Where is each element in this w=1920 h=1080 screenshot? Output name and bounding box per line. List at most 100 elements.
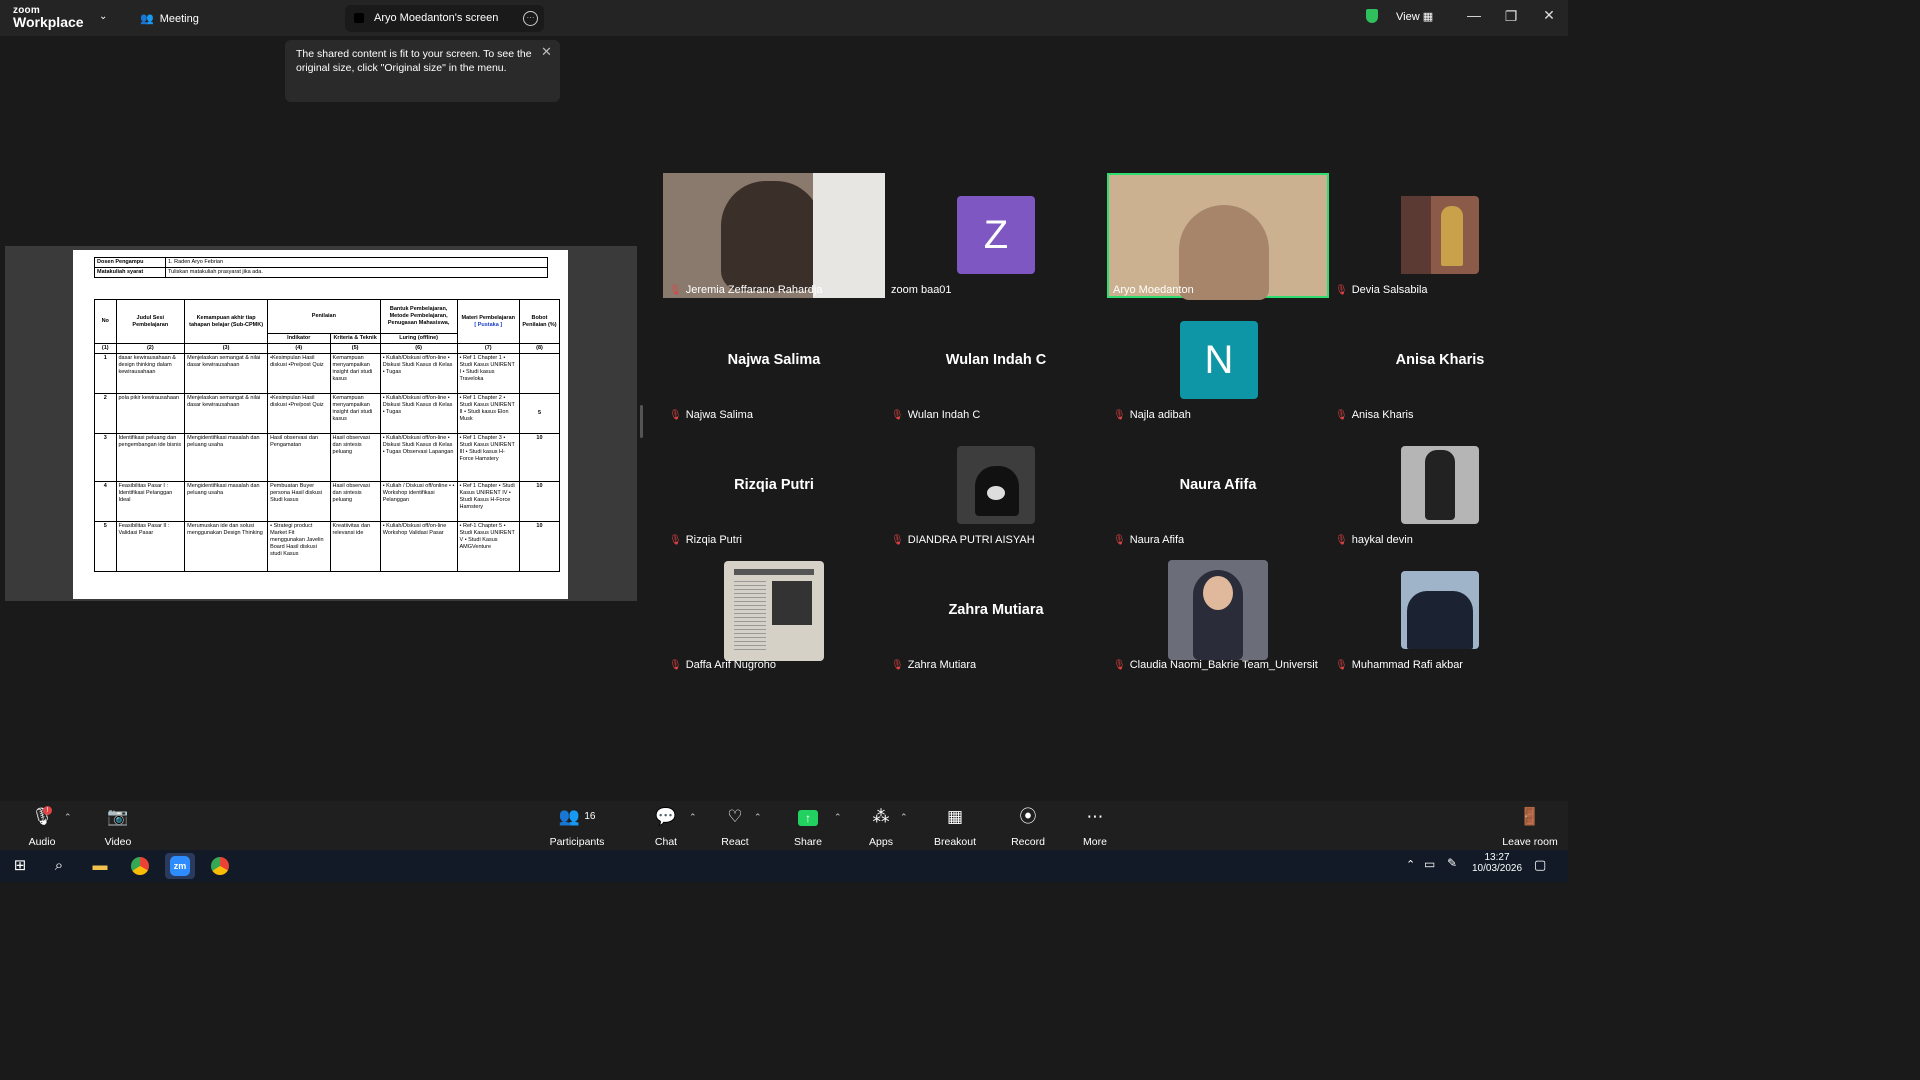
chevron-up-icon[interactable]: ⌃ (1406, 858, 1415, 871)
col-header: Bantuk Pembelajaran, Metode Pembelajaran… (379, 299, 458, 334)
meeting-menu[interactable]: 👥 Meeting (140, 12, 199, 25)
participant-name: Devia Salsabila (1351, 284, 1428, 296)
pen-icon[interactable]: ✎ (1447, 856, 1457, 870)
restore-button[interactable]: ❐ (1501, 8, 1521, 25)
chrome-icon[interactable] (125, 853, 155, 879)
participant-tile[interactable]: Najwa Salima 🎙 Najwa Salima (663, 298, 885, 423)
participant-name: Daffa Arif Nugroho (685, 659, 776, 671)
participant-tile[interactable]: Wulan Indah C 🎙 Wulan Indah C (885, 298, 1107, 423)
muted-mic-icon: 🎙 (1113, 660, 1126, 671)
fit-screen-tooltip: The shared content is fit to your screen… (285, 40, 560, 102)
share-button[interactable]: ↑ Share (793, 806, 823, 848)
participant-display-name: Zahra Mutiara (948, 602, 1044, 618)
participant-tile[interactable]: 🎙 Muhammad Rafi akbar (1329, 548, 1551, 673)
screen-thumbnail-icon (354, 13, 364, 23)
participant-tile[interactable]: 🎙 DIANDRA PUTRI AISYAH (885, 423, 1107, 548)
leave-room-button[interactable]: 🚪 Leave room (1500, 806, 1560, 848)
muted-mic-icon: 🎙 (669, 535, 682, 546)
shared-screen-tab[interactable]: Aryo Moedanton's screen ··· (345, 5, 544, 32)
search-icon[interactable]: ⌕ (44, 853, 74, 879)
muted-mic-icon: 🎙 (891, 660, 904, 671)
profile-photo (1401, 196, 1479, 274)
audio-button[interactable]: 🎙! Audio (27, 806, 57, 848)
notifications-icon[interactable]: ▢ (1534, 857, 1546, 873)
doc-header-value: Tuliskan matakuliah prasyarat jika ada. (165, 267, 548, 278)
chrome-profile-icon[interactable] (205, 853, 235, 879)
rps-table: No Judul Sesi Pembelajaran Kemampuan akh… (94, 299, 561, 572)
participant-tile[interactable]: N 🎙 Najla adibah (1107, 298, 1329, 423)
network-icon[interactable]: ▭ (1424, 857, 1435, 871)
participant-display-name: Rizqia Putri (734, 477, 814, 493)
participant-display-name: Wulan Indah C (945, 352, 1047, 368)
participant-tile[interactable]: 🎙 Devia Salsabila (1329, 173, 1551, 298)
chat-label: Chat (654, 836, 678, 848)
chat-options-caret[interactable]: ⌃ (689, 812, 697, 823)
video-feed (1107, 173, 1329, 300)
background-wall (813, 173, 885, 298)
apps-icon: ⁂ (872, 807, 890, 826)
participant-tile[interactable]: 🎙 Daffa Arif Nugroho (663, 548, 885, 673)
record-button[interactable]: ⦿ Record (1011, 806, 1045, 848)
participant-tile[interactable]: Naura Afifa 🎙 Naura Afifa (1107, 423, 1329, 548)
cell-judul: dasar kewirausahaan & design thinking da… (115, 353, 186, 394)
col-header: Judul Sesi Pembelajaran (115, 299, 186, 344)
cell-no: 1 (94, 353, 117, 394)
react-button[interactable]: ♡ React (720, 806, 750, 848)
participant-tile[interactable]: 🎙 haykal devin (1329, 423, 1551, 548)
chat-button[interactable]: 💬 Chat (652, 806, 680, 848)
audio-options-caret[interactable]: ⌃ (64, 812, 72, 823)
muted-mic-icon: 🎙 (1335, 285, 1348, 296)
share-label: Share (793, 836, 823, 848)
chevron-down-icon[interactable]: ⌄ (99, 11, 107, 22)
zoom-app-icon[interactable]: zm (165, 853, 195, 879)
muted-mic-icon: 🎙 (1335, 535, 1348, 546)
file-explorer-icon[interactable]: ▬ (85, 853, 115, 879)
participant-name: Muhammad Rafi akbar (1351, 659, 1463, 671)
col-header: Kemampuan akhir tiap tahapan belajar (Su… (184, 299, 269, 344)
clock[interactable]: 13:27 10/03/2026 (1472, 852, 1522, 874)
participant-tile[interactable]: Z zoom baa01 (885, 173, 1107, 298)
cell-luring: • Kuliah/Diskusi off/on-line • Diskusi S… (379, 393, 458, 434)
close-icon[interactable]: ✕ (541, 44, 552, 60)
shared-screen-label: Aryo Moedanton's screen (374, 12, 499, 24)
heart-icon: ♡ (727, 807, 743, 826)
video-button[interactable]: 📷 Video (103, 806, 133, 848)
apps-options-caret[interactable]: ⌃ (900, 812, 908, 823)
minimize-button[interactable]: — (1464, 7, 1484, 23)
cell-kriteria: Kemampuan menyampaikan insight dari stud… (329, 393, 381, 434)
participant-tile[interactable]: Zahra Mutiara 🎙 Zahra Mutiara (885, 548, 1107, 673)
cell-no: 3 (94, 433, 117, 482)
profile-photo (1168, 560, 1268, 660)
react-options-caret[interactable]: ⌃ (754, 812, 762, 823)
windows-start-icon[interactable]: ⊞ (5, 853, 35, 879)
participant-display-name: Naura Afifa (1179, 477, 1257, 493)
participant-tile-active-speaker[interactable]: Aryo Moedanton (1107, 173, 1329, 300)
participant-name: Anisa Kharis (1351, 409, 1414, 421)
participants-button[interactable]: 👥 16 Participants (549, 806, 605, 848)
panel-resize-handle[interactable] (640, 405, 643, 438)
person-silhouette (721, 181, 821, 291)
cell-bobot: 10 (518, 521, 561, 572)
cell-materi: • Ref-1 Chapter 5 • Studi Kasus UNIRENT … (456, 521, 520, 572)
shield-check-icon[interactable] (1366, 9, 1378, 23)
participant-tile[interactable]: Anisa Kharis 🎙 Anisa Kharis (1329, 298, 1551, 423)
cell-luring: • Kuliah/Diskusi off/on-line Workshop Va… (379, 521, 458, 572)
participant-tile[interactable]: 🎙Claudia Naomi_Bakrie Team_Universitas .… (1107, 548, 1329, 673)
participant-tile[interactable]: Rizqia Putri 🎙 Rizqia Putri (663, 423, 885, 548)
close-button[interactable]: ✕ (1539, 7, 1559, 24)
table-row: 5 Feasibilitas Pasar II : Validasi Pasar… (94, 521, 561, 572)
apps-button[interactable]: ⁂ Apps (866, 806, 896, 848)
record-icon: ⦿ (1019, 807, 1037, 826)
col-header: Materi Pembelajaran[ Pustaka ] (456, 299, 520, 344)
participant-name: Wulan Indah C (907, 409, 981, 421)
share-options-caret[interactable]: ⌃ (834, 812, 842, 823)
cell-kemampuan: Mengidentifikasi masalah dan peluang usa… (184, 433, 269, 482)
participant-tile[interactable]: 🎙 Jeremia Zeffarano Rahardja (663, 173, 885, 298)
more-button[interactable]: ⋯ More (1080, 806, 1110, 848)
avatar: N (1180, 321, 1258, 399)
table-row: 1 dasar kewirausahaan & design thinking … (94, 353, 561, 394)
more-options-icon[interactable]: ··· (523, 11, 538, 26)
view-button[interactable]: View ▦ (1396, 10, 1433, 23)
profile-photo (1401, 571, 1479, 649)
cell-kriteria: Hasil observasi dan sintesis peluang (329, 481, 381, 522)
